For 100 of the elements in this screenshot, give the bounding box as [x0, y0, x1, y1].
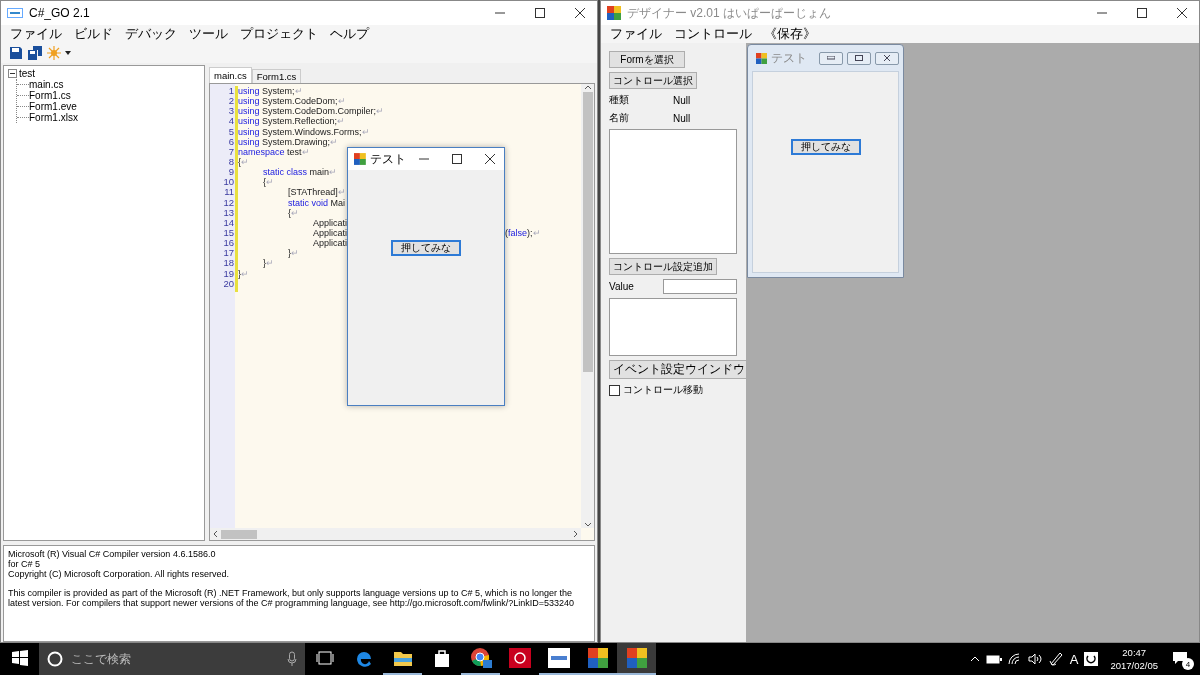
output-line: This compiler is provided as part of the Microsoft (R) .NET Framework, but only supports language versions up to C# 5, which is no longer the — [8, 588, 574, 598]
close-button[interactable] — [875, 51, 899, 65]
line-number: 18 — [222, 258, 235, 269]
pen-icon[interactable] — [1047, 651, 1064, 667]
field-label: Value — [609, 281, 634, 292]
select-form-button[interactable]: Formを選択 — [609, 51, 685, 68]
output-line: latest version. For compilers that support newer versions of the C# programming language, see http://go.microsoft.com/fwlink/?LinkID=533240 — [8, 598, 576, 608]
line-number: 7 — [227, 146, 235, 157]
tree-item[interactable]: Form1.cs — [29, 90, 71, 101]
line-number: 15 — [222, 227, 235, 239]
wifi-icon[interactable] — [1007, 653, 1022, 665]
search-field[interactable]: ここで検索 — [39, 643, 305, 675]
code-line: }↵ — [262, 258, 274, 269]
close-icon — [1177, 8, 1187, 18]
code-line: using System.Windows.Forms;↵ — [238, 126, 370, 137]
code-line: namespace test↵ — [238, 146, 310, 157]
horizontal-scrollbar[interactable] — [210, 528, 581, 540]
event-window-button[interactable]: イベント設定ウインドウ — [609, 360, 749, 379]
line-number: 5 — [227, 126, 235, 137]
maximize-button[interactable] — [847, 51, 871, 65]
scroll-up-icon — [583, 84, 592, 90]
close-icon — [575, 8, 585, 18]
select-control-button[interactable]: コントロール選択 — [609, 72, 697, 89]
property-label: 名前 — [609, 111, 630, 125]
menu-item[interactable]: プロジェクト — [235, 25, 323, 43]
scroll-left-icon — [212, 530, 218, 538]
collapse-toggle[interactable] — [8, 69, 17, 78]
line-number: 17 — [222, 248, 235, 259]
menu-item[interactable]: コントロール — [669, 25, 757, 43]
code-line: Applicati — [312, 217, 348, 228]
tree-item[interactable]: main.cs — [29, 79, 64, 90]
maximize-icon — [855, 55, 863, 61]
code-line: using System.Reflection;↵ — [238, 116, 346, 127]
window-title: テスト — [771, 49, 808, 67]
microphone-icon[interactable] — [287, 651, 297, 667]
file-tab[interactable]: Form1.cs — [251, 69, 302, 83]
battery-icon[interactable] — [985, 654, 1002, 664]
line-number: 13 — [222, 207, 235, 218]
tree-item[interactable]: test — [19, 68, 36, 79]
checkbox[interactable] — [609, 384, 620, 396]
file-tab[interactable]: main.cs — [209, 67, 252, 83]
code-line: using System;↵ — [238, 86, 303, 96]
scroll-thumb[interactable] — [582, 92, 593, 372]
value-input[interactable] — [663, 279, 737, 294]
move-checkbox[interactable]: コントロール移動 — [609, 383, 738, 397]
menu-item[interactable]: 《保存》 — [759, 25, 821, 43]
app-icon — [626, 648, 647, 668]
menu-item[interactable]: デバック — [120, 25, 182, 43]
add-setting-button[interactable]: コントロール設定追加 — [609, 258, 717, 275]
list-box[interactable] — [609, 298, 737, 356]
line-number: 4 — [227, 116, 235, 127]
search-input[interactable]: ここで検索 — [69, 651, 281, 667]
chevron-up-icon[interactable] — [969, 656, 980, 662]
task-view-icon — [315, 651, 334, 665]
app-icon[interactable] — [1084, 652, 1099, 666]
list-box[interactable] — [609, 129, 737, 254]
push-button[interactable]: 押してみな — [790, 139, 861, 155]
tree-item[interactable]: Form1.xlsx — [29, 112, 78, 123]
line-number: 9 — [227, 167, 235, 178]
code-line: Applicati — [312, 238, 348, 249]
date: 2017/02/05 — [1110, 659, 1158, 672]
ime-indicator[interactable]: A — [1069, 651, 1079, 667]
save-icon[interactable] — [9, 46, 23, 60]
notification-button[interactable]: 4 — [1170, 647, 1194, 671]
app-icon — [354, 152, 366, 166]
code-line: }↵ — [238, 268, 249, 279]
scroll-down-icon — [583, 522, 592, 528]
push-button[interactable]: 押してみな — [391, 240, 461, 256]
dropdown-icon[interactable] — [65, 51, 71, 55]
menu-item[interactable]: ヘルプ — [325, 25, 374, 43]
output-line: Copyright (C) Microsoft Corporation. All rights reserved. — [8, 569, 231, 579]
line-number: 16 — [222, 238, 235, 249]
window-title: テスト — [369, 150, 406, 168]
code-line: static void Mai — [287, 197, 346, 208]
form-preview[interactable]: テスト 押してみな — [747, 44, 904, 278]
maximize-icon — [535, 8, 545, 18]
output-line: Microsoft (R) Visual C# Compiler version 4.6.1586.0 — [8, 549, 217, 559]
menu-item[interactable]: ツール — [184, 25, 233, 43]
line-number: 8 — [227, 157, 235, 168]
tree-item[interactable]: Form1.eve — [29, 101, 77, 112]
menu-item[interactable]: ファイル — [605, 25, 667, 43]
menu-item[interactable]: ファイル — [5, 25, 67, 43]
volume-icon[interactable] — [1027, 653, 1042, 665]
save-all-icon[interactable] — [27, 46, 43, 60]
cortana-icon — [47, 651, 63, 667]
close-icon — [484, 154, 495, 164]
line-number: 14 — [222, 217, 235, 228]
code-line: [STAThread]↵ — [287, 187, 346, 198]
checkbox-label: コントロール移動 — [623, 383, 703, 397]
notification-count: 4 — [1182, 658, 1194, 670]
browser-icon — [469, 647, 492, 669]
taskbar-app[interactable] — [617, 643, 656, 675]
vertical-scrollbar[interactable] — [581, 84, 594, 528]
clock[interactable]: 20:47 2017/02/05 — [1104, 646, 1164, 672]
line-number: 1 — [227, 86, 235, 97]
scroll-thumb[interactable] — [221, 529, 257, 539]
menu-item[interactable]: ビルド — [69, 25, 118, 43]
code-line: }↵ — [287, 248, 299, 259]
maximize-icon — [1137, 8, 1147, 18]
code-line: static class main↵ — [262, 167, 338, 178]
